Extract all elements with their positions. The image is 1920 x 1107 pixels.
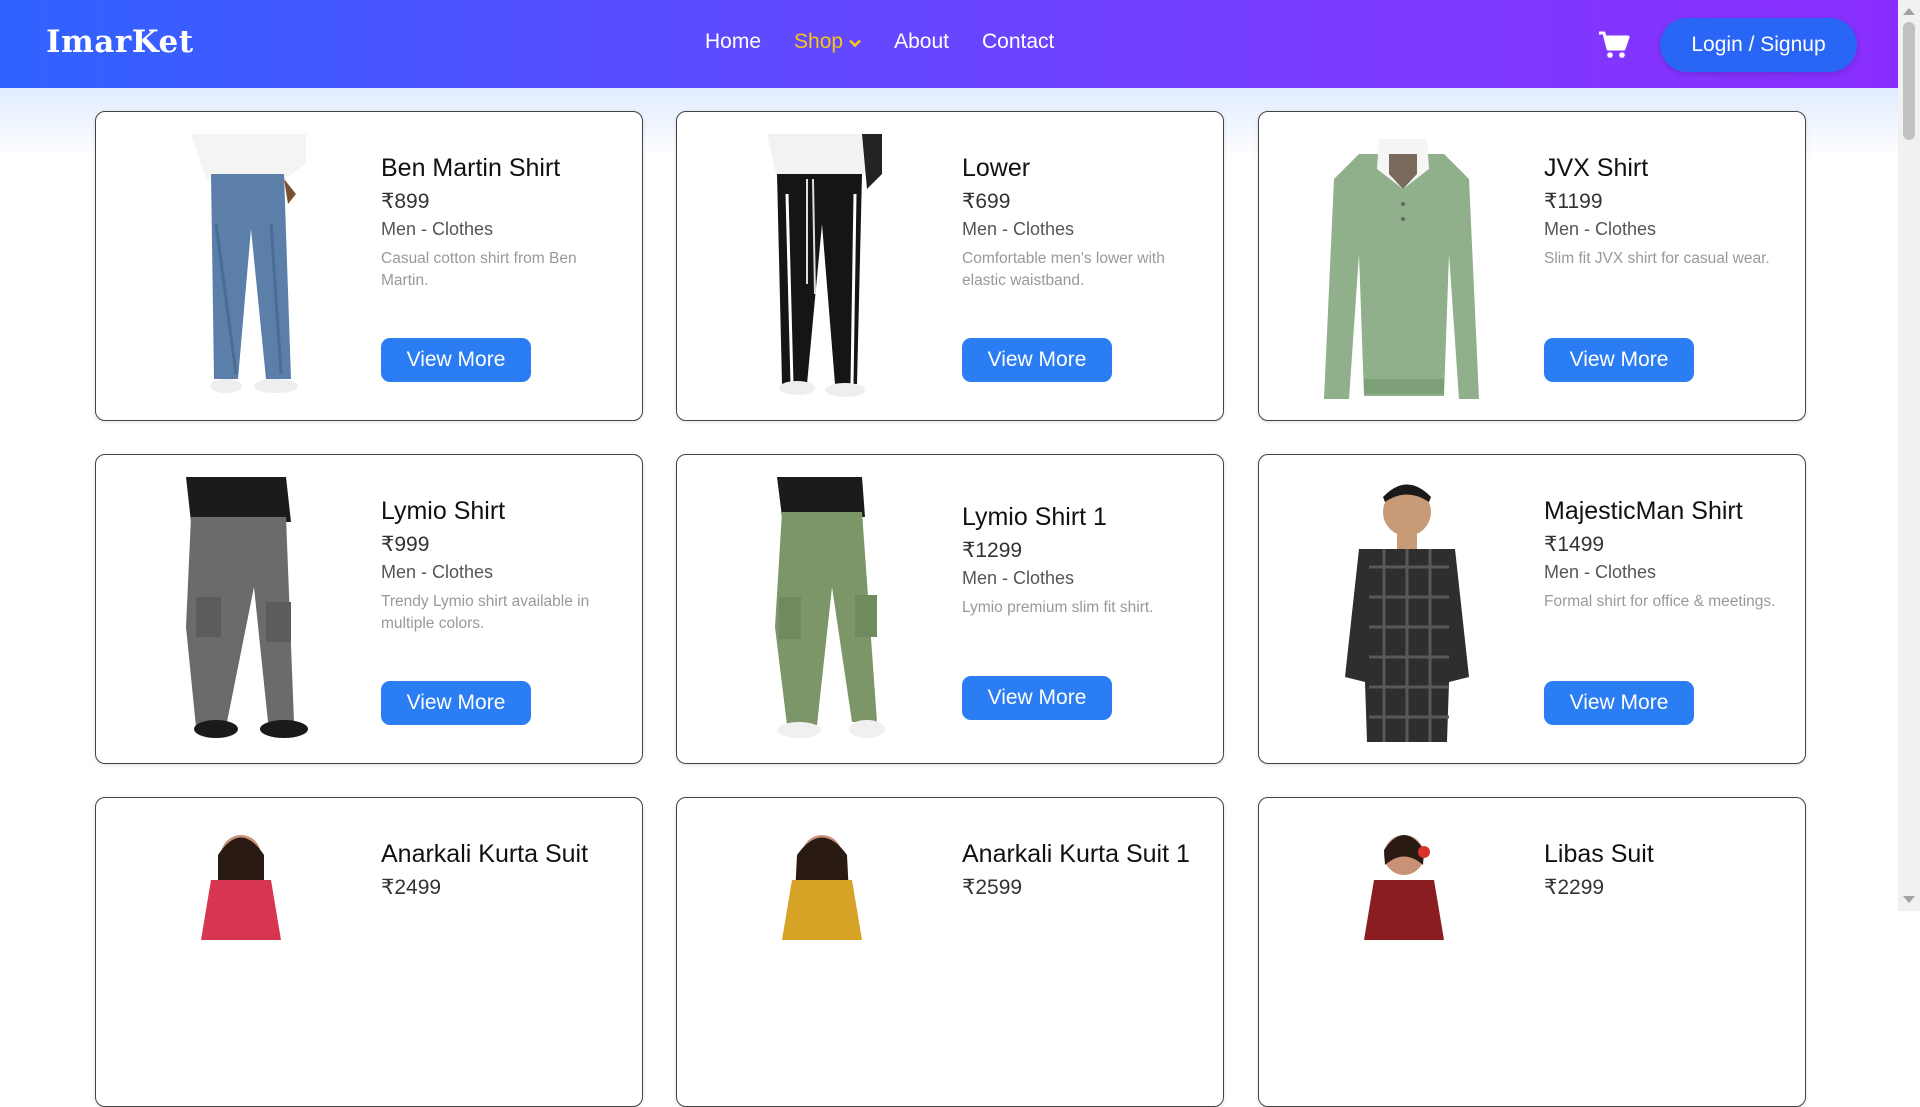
product-image-anarkali-yellow[interactable] bbox=[737, 820, 902, 1085]
product-info: MajesticMan Shirt ₹1499 Men - Clothes Fo… bbox=[1544, 497, 1789, 613]
product-category: Men - Clothes bbox=[381, 219, 494, 239]
product-card: MajesticMan Shirt ₹1499 Men - Clothes Fo… bbox=[1258, 454, 1806, 764]
product-description: Casual cotton shirt from Ben Martin. bbox=[381, 250, 577, 289]
product-card: Ben Martin Shirt ₹899 Men - Clothes Casu… bbox=[95, 111, 643, 421]
product-card: Lymio Shirt 1 ₹1299 Men - Clothes Lymio … bbox=[676, 454, 1224, 764]
product-card: Anarkali Kurta Suit 1 ₹2599 bbox=[676, 797, 1224, 1107]
product-image-anarkali-red[interactable] bbox=[156, 820, 321, 1085]
product-category: Men - Clothes bbox=[962, 568, 1075, 588]
cart-icon[interactable] bbox=[1598, 30, 1630, 60]
navbar: ImarKet Home Shop About Contact Login / … bbox=[0, 0, 1898, 88]
product-card: JVX Shirt ₹1199 Men - Clothes Slim fit J… bbox=[1258, 111, 1806, 421]
product-info: Lower ₹699 Men - Clothes Comfortable men… bbox=[962, 154, 1207, 292]
product-image-libas-maroon[interactable] bbox=[1319, 820, 1484, 1085]
view-more-button[interactable]: View More bbox=[1544, 338, 1694, 382]
product-card: Lymio Shirt ₹999 Men - Clothes Trendy Ly… bbox=[95, 454, 643, 764]
product-info: JVX Shirt ₹1199 Men - Clothes Slim fit J… bbox=[1544, 154, 1789, 270]
product-info: Lymio Shirt 1 ₹1299 Men - Clothes Lymio … bbox=[962, 503, 1207, 619]
login-signup-button[interactable]: Login / Signup bbox=[1660, 18, 1857, 72]
product-info: Ben Martin Shirt ₹899 Men - Clothes Casu… bbox=[381, 154, 626, 292]
product-description: Slim fit JVX shirt for casual wear. bbox=[1544, 250, 1770, 267]
product-price: ₹1499 bbox=[1544, 533, 1605, 556]
product-image-cargo-olive[interactable] bbox=[737, 477, 902, 742]
product-image-lower[interactable] bbox=[737, 134, 902, 399]
product-card: Lower ₹699 Men - Clothes Comfortable men… bbox=[676, 111, 1224, 421]
product-price: ₹1299 bbox=[962, 539, 1023, 562]
product-category: Men - Clothes bbox=[381, 562, 494, 582]
product-price: ₹1199 bbox=[1544, 190, 1603, 213]
product-description: Trendy Lymio shirt available in multiple… bbox=[381, 593, 590, 632]
nav-home[interactable]: Home bbox=[705, 30, 761, 54]
product-description: Comfortable men's lower with elastic wai… bbox=[962, 250, 1165, 289]
view-more-button[interactable]: View More bbox=[381, 681, 531, 725]
product-price: ₹699 bbox=[962, 190, 1011, 213]
product-name[interactable]: JVX Shirt bbox=[1544, 154, 1789, 183]
product-card: Anarkali Kurta Suit ₹2499 bbox=[95, 797, 643, 1107]
product-description: Formal shirt for office & meetings. bbox=[1544, 593, 1776, 610]
product-image-checked-shirt[interactable] bbox=[1319, 477, 1484, 742]
product-info: Anarkali Kurta Suit ₹2499 bbox=[381, 840, 626, 900]
product-name[interactable]: Lymio Shirt bbox=[381, 497, 626, 526]
product-category: Men - Clothes bbox=[1544, 219, 1657, 239]
scroll-thumb[interactable] bbox=[1903, 22, 1915, 140]
product-name[interactable]: Anarkali Kurta Suit bbox=[381, 840, 626, 869]
product-name[interactable]: Lymio Shirt 1 bbox=[962, 503, 1207, 532]
product-price: ₹2599 bbox=[962, 876, 1023, 899]
product-card: Libas Suit ₹2299 bbox=[1258, 797, 1806, 1107]
scroll-up-arrow-icon[interactable] bbox=[1903, 8, 1915, 15]
product-info: Lymio Shirt ₹999 Men - Clothes Trendy Ly… bbox=[381, 497, 626, 635]
page-scrollbar[interactable] bbox=[1898, 0, 1920, 911]
nav-about[interactable]: About bbox=[894, 30, 949, 54]
view-more-button[interactable]: View More bbox=[962, 676, 1112, 720]
view-more-button[interactable]: View More bbox=[381, 338, 531, 382]
product-image-jeans[interactable] bbox=[156, 134, 321, 399]
product-category: Men - Clothes bbox=[962, 219, 1075, 239]
product-price: ₹899 bbox=[381, 190, 430, 213]
product-price: ₹999 bbox=[381, 533, 430, 556]
product-name[interactable]: MajesticMan Shirt bbox=[1544, 497, 1789, 526]
scroll-down-arrow-icon[interactable] bbox=[1903, 896, 1915, 903]
product-price: ₹2499 bbox=[381, 876, 442, 899]
product-name[interactable]: Libas Suit bbox=[1544, 840, 1789, 869]
product-category: Men - Clothes bbox=[1544, 562, 1657, 582]
product-name[interactable]: Anarkali Kurta Suit 1 bbox=[962, 840, 1207, 869]
nav-shop-label: Shop bbox=[794, 30, 844, 53]
product-image-sweatshirt[interactable] bbox=[1319, 134, 1484, 399]
product-price: ₹2299 bbox=[1544, 876, 1605, 899]
view-more-button[interactable]: View More bbox=[962, 338, 1112, 382]
view-more-button[interactable]: View More bbox=[1544, 681, 1694, 725]
product-name[interactable]: Lower bbox=[962, 154, 1207, 183]
nav-links: Home Shop About Contact bbox=[705, 30, 1087, 54]
nav-shop[interactable]: Shop bbox=[794, 30, 861, 54]
product-info: Anarkali Kurta Suit 1 ₹2599 bbox=[962, 840, 1207, 900]
product-info: Libas Suit ₹2299 bbox=[1544, 840, 1789, 900]
nav-contact[interactable]: Contact bbox=[982, 30, 1054, 54]
product-description: Lymio premium slim fit shirt. bbox=[962, 599, 1154, 616]
product-name[interactable]: Ben Martin Shirt bbox=[381, 154, 626, 183]
brand-logo[interactable]: ImarKet bbox=[46, 24, 194, 60]
chevron-down-icon bbox=[849, 30, 861, 54]
product-image-cargo-grey[interactable] bbox=[156, 477, 321, 742]
